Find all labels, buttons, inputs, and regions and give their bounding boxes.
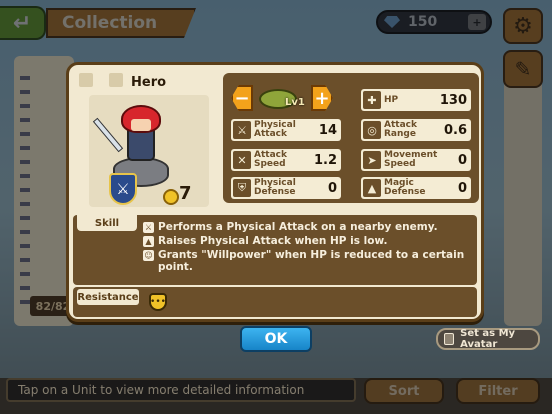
set-avatar-button[interactable]: Set as My Avatar [436,328,540,350]
arrow-up-icon: ▲ [143,236,154,247]
stat-label: Attack Speed [254,150,287,169]
boot-icon: ➤ [363,151,381,169]
resistance-label: Resistance [77,289,139,305]
skill-text: Performs a Physical Attack on a nearby e… [158,221,438,233]
sword-icon: ⚔ [143,222,154,233]
stat-value: 130 [439,92,467,108]
set-avatar-label: Set as My Avatar [460,328,516,350]
skill-label: Skill [77,215,137,231]
stat-value: 0 [457,180,467,196]
ok-button[interactable]: OK [240,326,312,352]
resistance-section: Resistance ••• [73,287,477,317]
skill-item: ☺ Grants "Willpower" when HP is reduced … [143,249,473,273]
shield-icon: ⛨ [233,179,251,197]
stat-label: Movement Speed [384,150,438,169]
target-icon: ◎ [363,121,381,139]
wizard-hat-icon: ▲ [363,179,381,197]
plus-cross-icon: ✚ [363,91,381,109]
level-down-button[interactable]: − [231,85,253,111]
crossed-swords-icon: ✕ [233,151,251,169]
stat-label: Physical Attack [254,120,296,139]
stat-value: 14 [318,122,337,138]
skill-item: ▲ Raises Physical Attack when HP is low. [143,235,473,247]
willpower-icon: ☺ [143,250,154,261]
coin-icon [163,189,179,205]
skill-item: ⚔ Performs a Physical Attack on a nearby… [143,221,473,233]
stat-label: Physical Defense [254,178,296,197]
unit-detail-popup: Hero ⚔ 7 − Lv1 + ✚ HP 130 ⚔ Physical Att… [66,62,484,322]
corner-decoration [79,73,93,87]
level-up-button[interactable]: + [311,85,333,111]
stat-value: 0 [457,152,467,168]
skill-text: Grants "Willpower" when HP is reduced to… [158,249,465,273]
corner-decoration [109,73,123,87]
hero-face [131,119,151,131]
stat-physical-defense: ⛨ Physical Defense 0 [231,177,341,199]
sword-icon: ⚔ [233,121,251,139]
level-text: Lv1 [285,97,305,108]
stat-label: Attack Range [384,120,417,139]
avatar-checkbox[interactable] [444,333,455,345]
unit-name: Hero [131,75,167,90]
stats-panel: − Lv1 + ✚ HP 130 ⚔ Physical Attack 14 ◎ … [223,73,479,203]
unit-cost: 7 [179,183,192,204]
stat-value: 0 [327,180,337,196]
stat-label: HP [384,94,399,105]
stat-magic-defense: ▲ Magic Defense 0 [361,177,471,199]
class-shield-icon: ⚔ [109,173,137,205]
stat-label: Magic Defense [384,178,426,197]
stat-movement-speed: ➤ Movement Speed 0 [361,149,471,171]
stat-hp: ✚ HP 130 [361,89,471,111]
stat-value: 0.6 [443,122,467,138]
stat-value: 1.2 [313,152,337,168]
skill-text: Raises Physical Attack when HP is low. [158,235,388,247]
stat-attack-speed: ✕ Attack Speed 1.2 [231,149,341,171]
level-badge: Lv1 [257,85,307,113]
skill-section: Skill ⚔ Performs a Physical Attack on a … [73,215,477,285]
stat-physical-attack: ⚔ Physical Attack 14 [231,119,341,141]
resistance-badge-icon[interactable]: ••• [149,293,167,311]
stat-attack-range: ◎ Attack Range 0.6 [361,119,471,141]
